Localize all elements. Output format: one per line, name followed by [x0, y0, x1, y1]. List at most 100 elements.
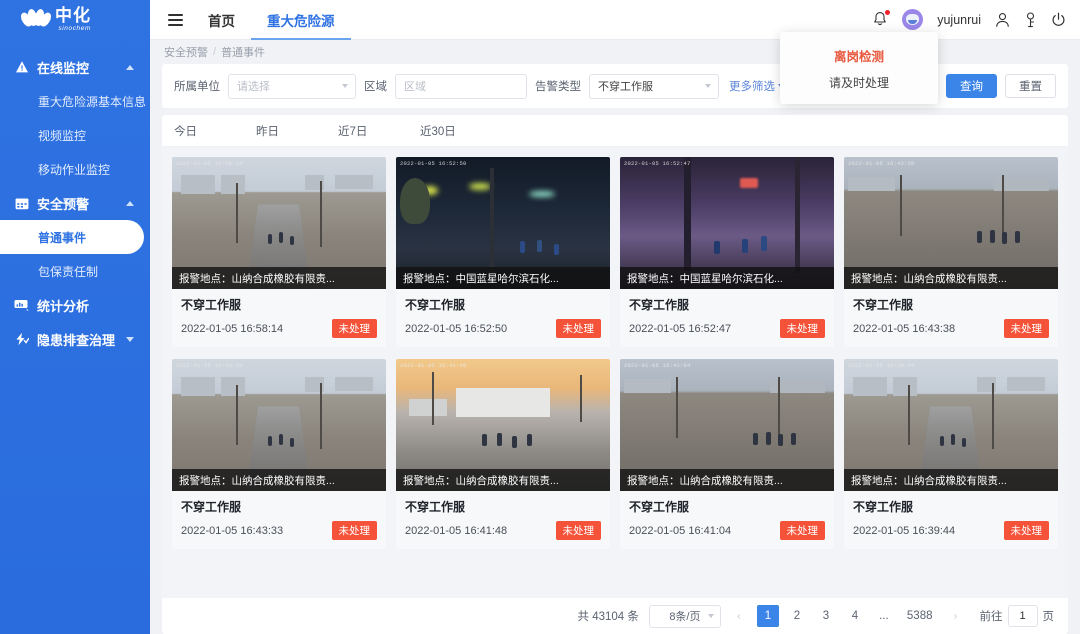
status-badge[interactable]: 未处理	[779, 521, 825, 540]
alarm-card[interactable]: 2022-01-05 16:41:04 报警地点：山纳合成橡胶有限责... 不穿工作…	[620, 359, 834, 549]
date-tab-today[interactable]: 今日	[174, 123, 256, 139]
sidebar-item-label: 包保责任制	[38, 264, 99, 279]
sidebar-item-major-hazard-info[interactable]: 重大危险源基本信息	[0, 84, 150, 118]
date-tab-yesterday[interactable]: 昨日	[256, 123, 338, 139]
page-ellipsis[interactable]: ...	[873, 605, 895, 627]
reset-button[interactable]: 重置	[1005, 74, 1056, 98]
sidebar-group-hazard-investigation[interactable]: 隐患排查治理	[0, 322, 150, 356]
search-button[interactable]: 查询	[946, 74, 997, 98]
alarm-thumbnail[interactable]: 2022-01-05 16:41:48 报警地点：山纳合成橡胶有限责...	[396, 359, 610, 491]
alarm-location-overlay: 报警地点：山纳合成橡胶有限责...	[620, 469, 834, 491]
status-badge[interactable]: 未处理	[331, 521, 377, 540]
area-input[interactable]: 区域	[395, 73, 527, 99]
flash-check-icon	[14, 332, 29, 347]
chevron-down-icon	[342, 84, 348, 88]
key-icon[interactable]	[1024, 11, 1037, 28]
chevron-down-icon	[705, 84, 711, 88]
search-button-label: 查询	[960, 81, 983, 93]
content-column: 所属单位 请选择 区域 区域 告警类型 不穿工作服 更多筛选 查询 重置 今日 …	[150, 64, 1080, 634]
hamburger-menu-icon[interactable]	[158, 13, 192, 26]
breadcrumb: 安全预警 / 普通事件	[150, 40, 1080, 64]
page-button-2[interactable]: 2	[786, 605, 808, 627]
alarm-thumbnail[interactable]: 2022-01-05 16:58:14 报警地点：山纳合成橡胶有限责...	[172, 157, 386, 289]
tab-home[interactable]: 首页	[192, 0, 251, 40]
alarm-location-overlay: 报警地点：山纳合成橡胶有限责...	[172, 469, 386, 491]
page-button-1[interactable]: 1	[756, 605, 779, 627]
alarm-card[interactable]: 2022-01-05 16:41:48 报警地点：山纳合成橡胶有限责... 不穿工作…	[396, 359, 610, 549]
tab-label: 重大危险源	[267, 13, 335, 29]
alarm-location-overlay: 报警地点：山纳合成橡胶有限责...	[396, 469, 610, 491]
status-badge[interactable]: 未处理	[1003, 521, 1049, 540]
alarm-thumbnail[interactable]: 2022-01-05 16:41:04 报警地点：山纳合成橡胶有限责...	[620, 359, 834, 491]
page-jump-input[interactable]: 1	[1007, 605, 1038, 627]
status-badge[interactable]: 未处理	[555, 521, 601, 540]
status-badge[interactable]: 未处理	[331, 319, 377, 338]
lotus-logo-icon	[18, 8, 54, 32]
alarm-type-title: 不穿工作服	[853, 298, 914, 312]
alarm-card-body: 不穿工作服 2022-01-05 16:43:33 未处理	[172, 491, 386, 549]
date-range-tabs: 今日 昨日 近7日 近30日	[162, 115, 1068, 147]
alarm-card[interactable]: 2022-01-05 16:43:33 报警地点：山纳合成橡胶有限责... 不穿工作…	[172, 359, 386, 549]
avatar[interactable]	[902, 9, 924, 30]
tab-major-hazard[interactable]: 重大危险源	[251, 0, 351, 40]
alarm-location-overlay: 报警地点：山纳合成橡胶有限责...	[172, 267, 386, 289]
alarm-timestamp: 2022-01-05 16:52:47	[629, 322, 732, 335]
alarm-card[interactable]: 2022-01-05 16:58:14 报警地点：山纳合成橡胶有限责... 不穿工作…	[172, 157, 386, 347]
bell-icon[interactable]	[872, 9, 891, 29]
alarm-cards-grid: 2022-01-05 16:58:14 报警地点：山纳合成橡胶有限责... 不穿工作…	[172, 157, 1058, 549]
alarm-type-title: 不穿工作服	[181, 500, 242, 514]
status-badge[interactable]: 未处理	[779, 319, 825, 338]
date-tab-last7days[interactable]: 近7日	[338, 123, 420, 139]
status-badge[interactable]: 未处理	[555, 319, 601, 338]
page-size-select[interactable]: 8条/页	[648, 604, 721, 628]
alarm-card-footer: 2022-01-05 16:52:50 未处理	[405, 319, 601, 338]
alarm-type-select[interactable]: 不穿工作服	[589, 73, 719, 99]
user-icon[interactable]	[995, 12, 1010, 28]
alarm-card-footer: 2022-01-05 16:41:04 未处理	[629, 521, 825, 540]
alarm-thumbnail[interactable]: 2022-01-05 16:52:50 报警地点：中国蓝星哈尔滨石化...	[396, 157, 610, 289]
page-button-4[interactable]: 4	[844, 605, 866, 627]
page-button-last[interactable]: 5388	[902, 605, 938, 627]
alarm-timestamp: 2022-01-05 16:43:38	[853, 322, 956, 335]
sidebar-item-responsibility-system[interactable]: 包保责任制	[0, 254, 150, 288]
unit-select[interactable]: 请选择	[228, 73, 356, 99]
sidebar-group-statistics[interactable]: 统计分析	[0, 288, 150, 322]
status-badge[interactable]: 未处理	[1003, 319, 1049, 338]
sidebar-group-safety-alert[interactable]: 安全预警	[0, 186, 150, 220]
alarm-type-filter-label: 告警类型	[535, 81, 581, 93]
page-button-3[interactable]: 3	[815, 605, 837, 627]
sidebar-item-mobile-operation-monitoring[interactable]: 移动作业监控	[0, 152, 150, 186]
alarm-thumbnail[interactable]: 2022-01-05 16:52:47 报警地点：中国蓝星哈尔滨石化...	[620, 157, 834, 289]
alarm-card[interactable]: 2022-01-05 16:43:38 报警地点：山纳合成橡胶有限责... 不穿工作…	[844, 157, 1058, 347]
sidebar-item-video-monitoring[interactable]: 视频监控	[0, 118, 150, 152]
more-filters-toggle[interactable]: 更多筛选	[729, 78, 784, 94]
notification-popup[interactable]: 离岗检测 请及时处理	[780, 32, 938, 104]
alarm-card[interactable]: 2022-01-05 16:52:50 报警地点：中国蓝星哈尔滨石化... 不穿工作…	[396, 157, 610, 347]
page-jump: 前往 1 页	[980, 605, 1054, 627]
alarm-card-footer: 2022-01-05 16:52:47 未处理	[629, 319, 825, 338]
alarm-card[interactable]: 2022-01-05 16:39:44 报警地点：山纳合成橡胶有限责... 不穿工作…	[844, 359, 1058, 549]
sidebar-item-general-events[interactable]: 普通事件	[0, 220, 144, 254]
alarm-thumbnail[interactable]: 2022-01-05 16:43:38 报警地点：山纳合成橡胶有限责...	[844, 157, 1058, 289]
alarm-location-overlay: 报警地点：山纳合成橡胶有限责...	[844, 267, 1058, 289]
main-area: 首页 重大危险源 yujunrui 离岗检测 请及时处理 安全预警 / 普通事件…	[150, 0, 1080, 634]
header-actions: yujunrui	[872, 9, 1080, 30]
app-root: 中化 sinochem 在线监控 重大危险源基本信息 视频监控 移动作业监控 安…	[0, 0, 1080, 634]
date-tab-last30days[interactable]: 近30日	[420, 123, 502, 139]
alarm-card-footer: 2022-01-05 16:58:14 未处理	[181, 319, 377, 338]
chevron-up-icon	[126, 200, 134, 206]
power-icon[interactable]	[1051, 12, 1066, 28]
alarm-thumbnail[interactable]: 2022-01-05 16:43:33 报警地点：山纳合成橡胶有限责...	[172, 359, 386, 491]
alarm-timestamp: 2022-01-05 16:43:33	[181, 524, 284, 537]
breadcrumb-parent[interactable]: 安全预警	[164, 44, 208, 60]
prev-page-button[interactable]: ‹	[728, 605, 750, 627]
sidebar-group-online-monitoring[interactable]: 在线监控	[0, 50, 150, 84]
pagination-total: 共 43104 条	[577, 611, 639, 623]
alarm-thumbnail[interactable]: 2022-01-05 16:39:44 报警地点：山纳合成橡胶有限责...	[844, 359, 1058, 491]
camera-timestamp-overlay: 2022-01-05 16:41:48	[400, 362, 467, 369]
alarm-card-body: 不穿工作服 2022-01-05 16:52:47 未处理	[620, 289, 834, 347]
alarm-card[interactable]: 2022-01-05 16:52:47 报警地点：中国蓝星哈尔滨石化... 不穿工作…	[620, 157, 834, 347]
brand-logo[interactable]: 中化 sinochem	[0, 0, 150, 40]
alarm-card-body: 不穿工作服 2022-01-05 16:41:48 未处理	[396, 491, 610, 549]
next-page-button[interactable]: ›	[945, 605, 967, 627]
